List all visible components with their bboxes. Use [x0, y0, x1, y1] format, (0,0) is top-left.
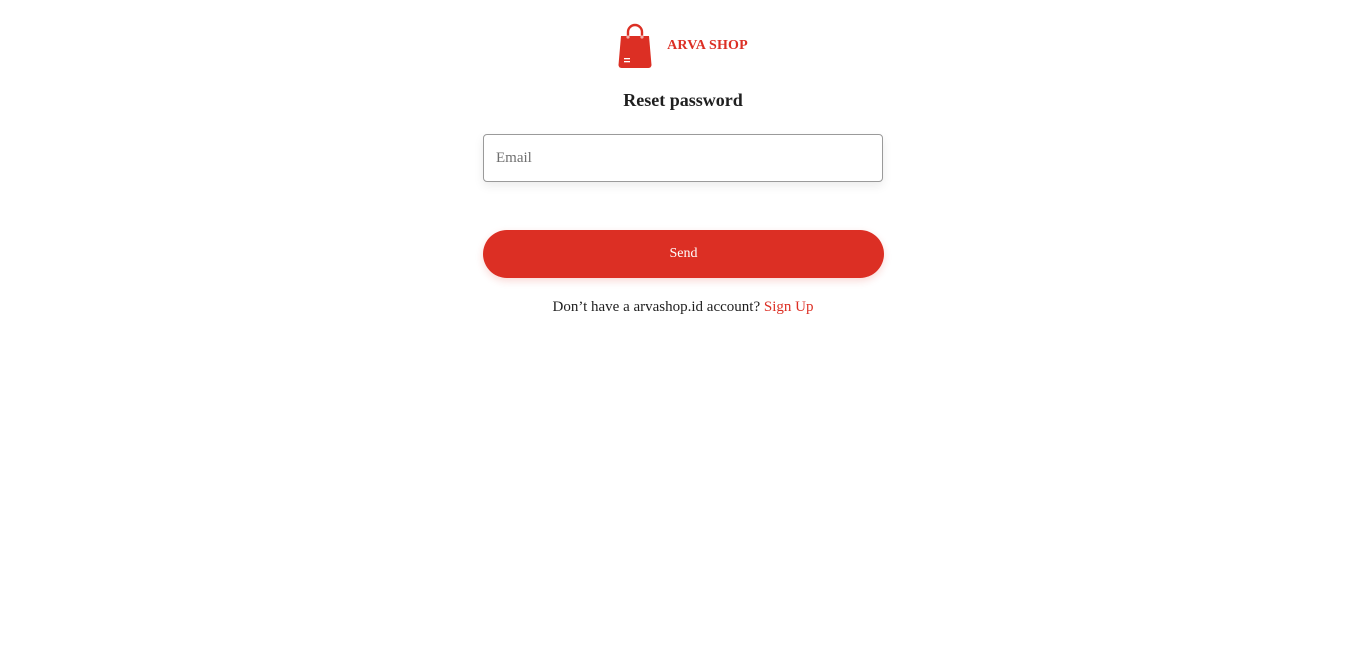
page-title: Reset password	[623, 90, 743, 110]
brand-logo-link[interactable]: ARVA SHOP	[617, 22, 748, 70]
send-button[interactable]: Send	[483, 230, 884, 278]
brand-header: ARVA SHOP	[0, 22, 1366, 70]
shopping-bag-icon	[618, 23, 652, 68]
reset-password-page: ARVA SHOP Reset password Send Don’t have…	[0, 0, 1366, 649]
signup-prompt-text: Don’t have a arvashop.id account?	[552, 299, 761, 315]
brand-name: ARVA SHOP	[667, 38, 748, 53]
email-input[interactable]	[483, 134, 883, 182]
signup-prompt: Don’t have a arvashop.id account? Sign U…	[0, 299, 1366, 316]
signup-link[interactable]: Sign Up	[764, 299, 814, 315]
